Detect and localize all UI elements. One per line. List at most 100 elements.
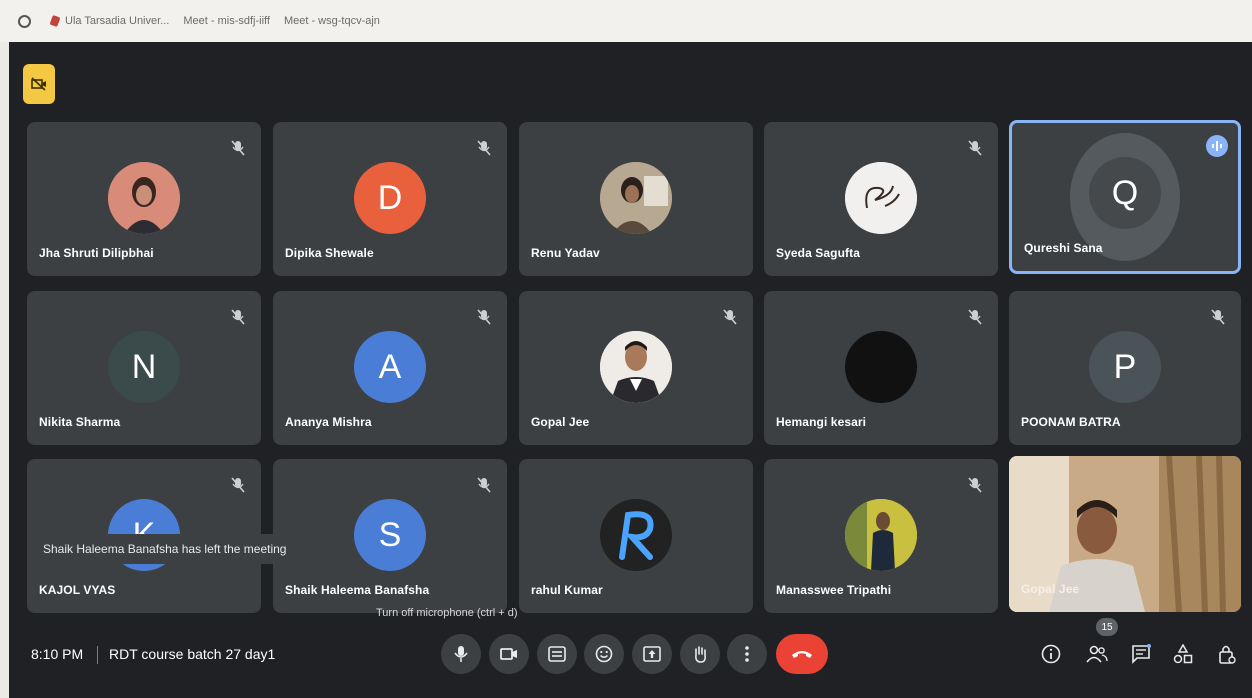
participant-name: Shaik Haleema Banafsha <box>285 583 430 597</box>
avatar-initial: A <box>378 347 402 386</box>
bookmark-globe[interactable] <box>18 14 37 28</box>
participant-video-tile[interactable]: Gopal Jee <box>1009 456 1241 612</box>
participant-name: Nikita Sharma <box>39 415 121 429</box>
participant-name: Manasswee Tripathi <box>776 583 892 597</box>
mic-off-icon <box>477 477 491 493</box>
bookmark-label: Meet - mis-sdfj-iiff <box>183 15 270 27</box>
left-meeting-notification: Shaik Haleema Banafsha has left the meet… <box>31 534 321 564</box>
avatar-initial: D <box>377 178 403 217</box>
photo-avatar <box>108 162 180 234</box>
bookmark-meet-2[interactable]: Meet - wsg-tqcv-ajn <box>9 15 1252 698</box>
mic-off-icon <box>477 309 491 325</box>
present-icon <box>643 646 661 662</box>
avatar <box>600 499 672 571</box>
signature-avatar <box>845 162 917 234</box>
meeting-details-button[interactable] <box>1037 640 1065 668</box>
meet-window: Jha Shruti Dilipbhai D Dipika Shewale Re… <box>9 42 1252 698</box>
avatar <box>600 162 672 234</box>
bookmark-meet-1[interactable]: Meet - mis-sdfj-iiff <box>9 15 1252 698</box>
mic-off-icon <box>968 309 982 325</box>
participant-tile[interactable]: Jha Shruti Dilipbhai <box>27 122 261 276</box>
activities-icon <box>1173 644 1193 664</box>
university-icon <box>49 14 61 28</box>
participant-name: Hemangi kesari <box>776 415 867 429</box>
avatar-initial: N <box>131 347 157 386</box>
globe-icon <box>18 14 31 28</box>
avatar: N <box>108 331 180 403</box>
microphone-tooltip: Turn off microphone (ctrl + d) <box>376 607 518 619</box>
chat-button[interactable] <box>1127 640 1155 668</box>
end-call-icon <box>792 651 812 658</box>
mic-icon <box>454 646 468 662</box>
avatar-initial: Q <box>1111 173 1139 212</box>
bookmark-label: Meet - wsg-tqcv-ajn <box>283 15 380 27</box>
meeting-title: RDT course batch 27 day1 <box>109 646 276 662</box>
participant-tile[interactable]: Syeda Sagufta <box>764 122 998 276</box>
participant-name: Gopal Jee <box>1021 582 1080 596</box>
avatar: P <box>1089 331 1161 403</box>
reactions-button[interactable] <box>584 634 624 674</box>
letter-r-avatar <box>600 499 672 571</box>
leave-call-button[interactable] <box>776 634 828 674</box>
more-options-button[interactable] <box>727 634 767 674</box>
mic-off-icon <box>231 140 245 156</box>
mic-off-icon <box>231 477 245 493</box>
participant-tile[interactable]: Manasswee Tripathi <box>764 459 998 613</box>
participant-name: Renu Yadav <box>531 246 600 260</box>
activities-button[interactable] <box>1169 640 1197 668</box>
camera-off-icon <box>31 77 46 91</box>
mic-off-icon <box>1211 309 1225 325</box>
avatar-initial: P <box>1113 347 1137 386</box>
participant-name: rahul Kumar <box>531 583 603 597</box>
photo-avatar <box>600 331 672 403</box>
bookmark-label: Ula Tarsadia Univer... <box>65 15 170 27</box>
participant-name: KAJOL VYAS <box>39 583 116 597</box>
participant-tile[interactable]: rahul Kumar <box>519 459 753 613</box>
camera-off-badge[interactable] <box>23 64 55 104</box>
present-button[interactable] <box>632 634 672 674</box>
camera-button[interactable] <box>489 634 529 674</box>
captions-button[interactable] <box>537 634 577 674</box>
participant-name: Qureshi Sana <box>1024 241 1103 255</box>
host-controls-button[interactable] <box>1213 640 1241 668</box>
mic-off-icon <box>723 309 737 325</box>
emoji-icon <box>595 645 613 663</box>
photo-avatar <box>845 499 917 571</box>
bookmark-university[interactable]: Ula Tarsadia Univer... <box>49 14 170 28</box>
more-options-icon <box>745 646 749 662</box>
participant-count-badge: 15 <box>1096 618 1118 636</box>
avatar: A <box>354 331 426 403</box>
participant-tile-speaking[interactable]: Q Qureshi Sana <box>1009 120 1241 274</box>
camera-icon <box>500 648 517 660</box>
participant-tile[interactable]: Hemangi kesari <box>764 291 998 445</box>
participant-name: Dipika Shewale <box>285 246 374 260</box>
participant-tile[interactable]: Gopal Jee <box>519 291 753 445</box>
chat-icon <box>1132 644 1151 664</box>
participant-tile[interactable]: D Dipika Shewale <box>273 122 507 276</box>
participant-tile[interactable]: A Ananya Mishra <box>273 291 507 445</box>
photo-avatar <box>600 162 672 234</box>
microphone-button[interactable] <box>441 634 481 674</box>
avatar <box>845 162 917 234</box>
participant-tile[interactable]: P POONAM BATRA <box>1009 291 1241 445</box>
people-button[interactable] <box>1083 640 1111 668</box>
participant-name: Jha Shruti Dilipbhai <box>39 246 154 260</box>
avatar: Q <box>1089 157 1161 229</box>
raise-hand-icon <box>695 646 706 663</box>
avatar <box>845 499 917 571</box>
avatar: D <box>354 162 426 234</box>
avatar <box>845 331 917 403</box>
avatar-initial: S <box>378 515 402 554</box>
participant-name: Ananya Mishra <box>285 415 372 429</box>
footer-divider <box>97 646 98 664</box>
participant-name: POONAM BATRA <box>1021 415 1121 429</box>
mic-off-icon <box>231 309 245 325</box>
raise-hand-button[interactable] <box>680 634 720 674</box>
info-icon <box>1041 644 1061 664</box>
participant-name: Syeda Sagufta <box>776 246 860 260</box>
bookmarks-bar: Ula Tarsadia Univer... Meet - mis-sdfj-i… <box>0 0 1252 698</box>
participant-tile[interactable]: N Nikita Sharma <box>27 291 261 445</box>
avatar: S <box>354 499 426 571</box>
participant-tile[interactable]: Renu Yadav <box>519 122 753 276</box>
avatar <box>600 331 672 403</box>
